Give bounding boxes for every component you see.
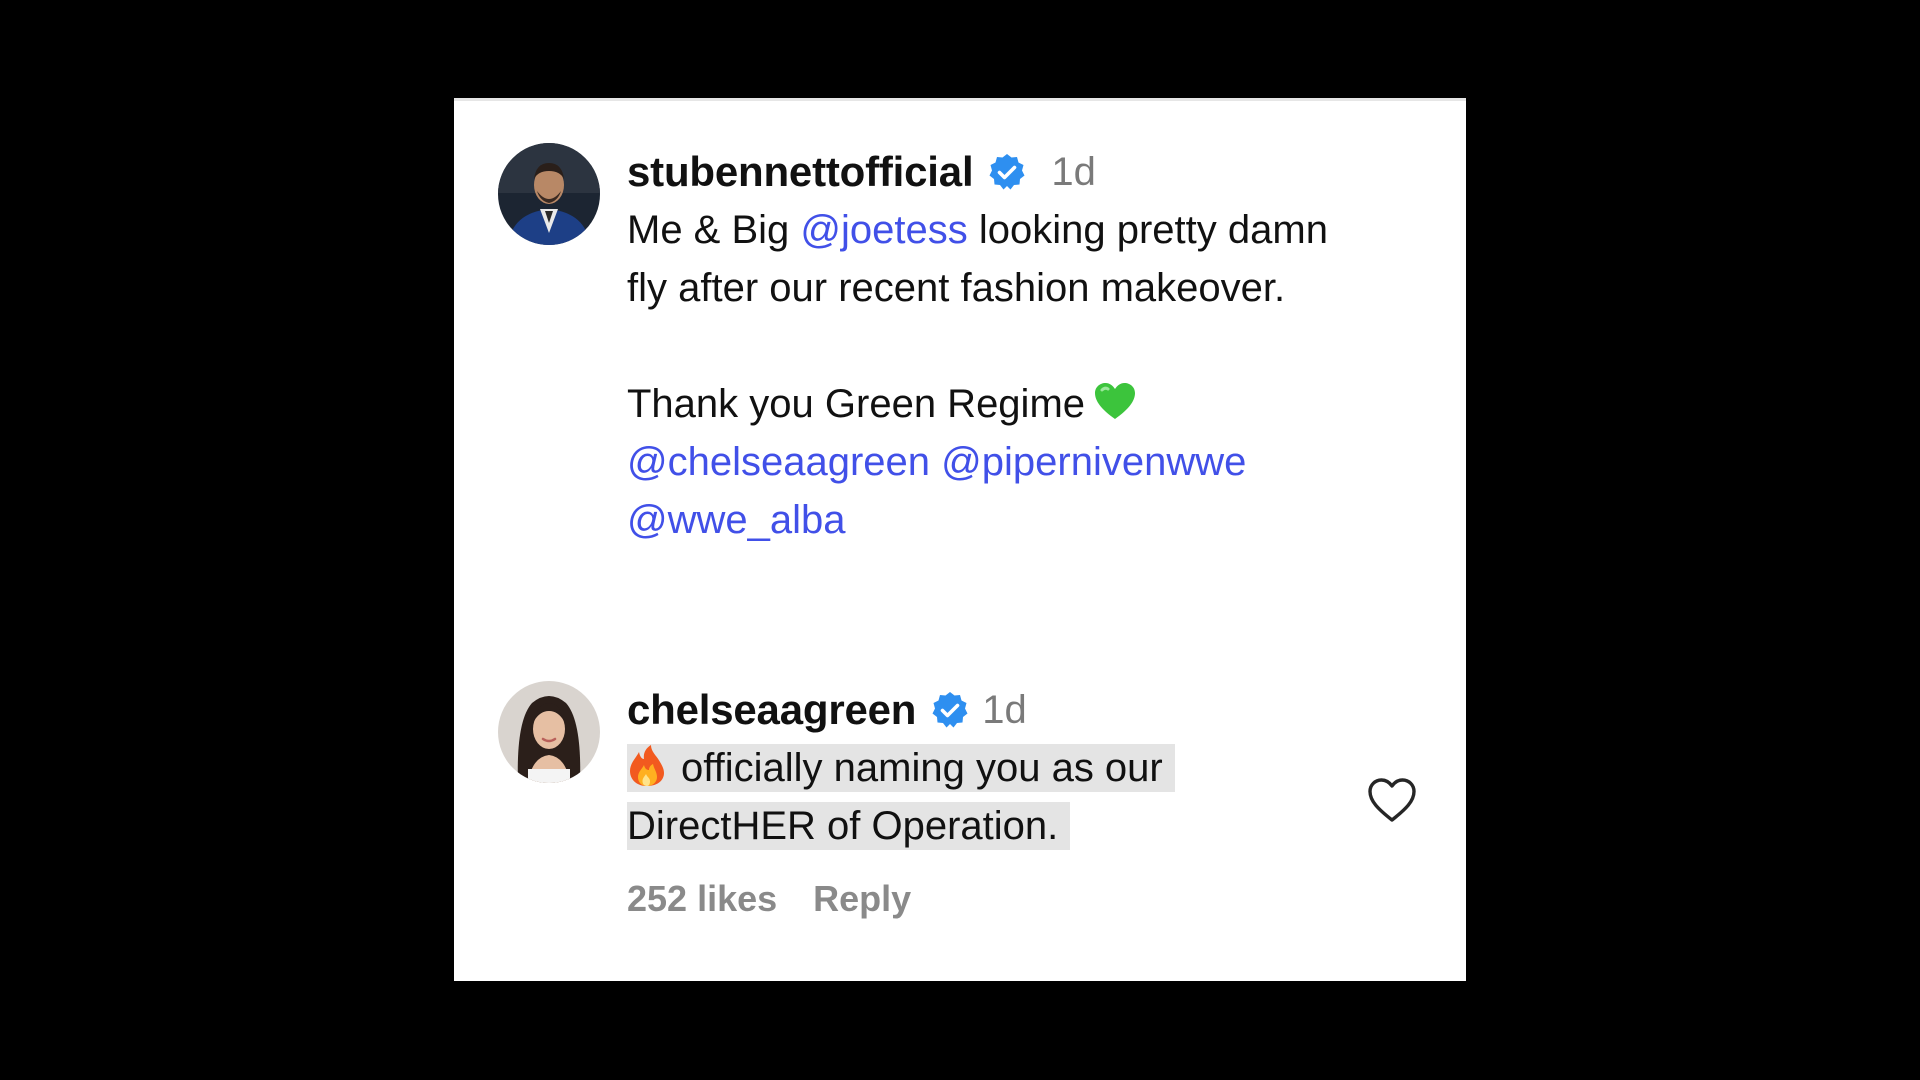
- comment-text-part: officially naming you as our: [681, 746, 1163, 790]
- username[interactable]: stubennettofficial: [627, 148, 974, 196]
- comment-text-highlighted: officially naming you as our DirectHER o…: [627, 739, 1367, 855]
- green-heart-icon: [1093, 379, 1137, 419]
- heart-outline-icon[interactable]: [1366, 776, 1418, 824]
- avatar-stubennettofficial[interactable]: [498, 143, 600, 245]
- comment-text-thanks: Thank you Green Regime: [627, 375, 1367, 433]
- comment-text-part: DirectHER of Operation.: [627, 804, 1059, 848]
- comment-header: chelseaagreen 1d: [627, 681, 1367, 739]
- likes-count[interactable]: 252 likes: [627, 878, 777, 919]
- comment-header: stubennettofficial 1d: [627, 143, 1367, 201]
- mention-joetess[interactable]: @joetess: [800, 208, 967, 252]
- comment-text-part: Thank you Green Regime: [627, 382, 1086, 426]
- fire-icon: [627, 744, 667, 788]
- avatar-chelseaagreen[interactable]: [498, 681, 600, 783]
- comment-text: Me & Big @joetess looking pretty damn fl…: [627, 201, 1367, 317]
- avatar-image: [498, 681, 600, 783]
- highlighted-line-1: officially naming you as our: [627, 744, 1175, 792]
- comment-mentions: @chelseaagreen @pipernivenwwe @wwe_alba: [627, 433, 1367, 549]
- verified-badge-icon: [987, 152, 1027, 192]
- verified-badge-icon: [930, 690, 970, 730]
- reply-button[interactable]: Reply: [813, 878, 911, 919]
- comment-text-part: Me & Big: [627, 208, 801, 252]
- timestamp: 1d: [1051, 149, 1096, 194]
- username[interactable]: chelseaagreen: [627, 686, 916, 734]
- screenshot-stage: stubennettofficial 1d Me & Big @joetess …: [0, 0, 1920, 1080]
- comment-actions: 252 likes Reply: [627, 878, 947, 920]
- mention-chelseaagreen[interactable]: @chelseaagreen: [627, 440, 930, 484]
- timestamp: 1d: [982, 687, 1027, 732]
- avatar-image: [498, 143, 600, 245]
- mention-wwe-alba[interactable]: @wwe_alba: [627, 498, 846, 542]
- comment-card: stubennettofficial 1d Me & Big @joetess …: [454, 98, 1466, 981]
- highlighted-line-2: DirectHER of Operation.: [627, 802, 1071, 850]
- mention-pipernivenwwe[interactable]: @pipernivenwwe: [941, 440, 1246, 484]
- comment-body: chelseaagreen 1d officially naming you a…: [627, 681, 1367, 855]
- comment-body: stubennettofficial 1d Me & Big @joetess …: [627, 143, 1367, 549]
